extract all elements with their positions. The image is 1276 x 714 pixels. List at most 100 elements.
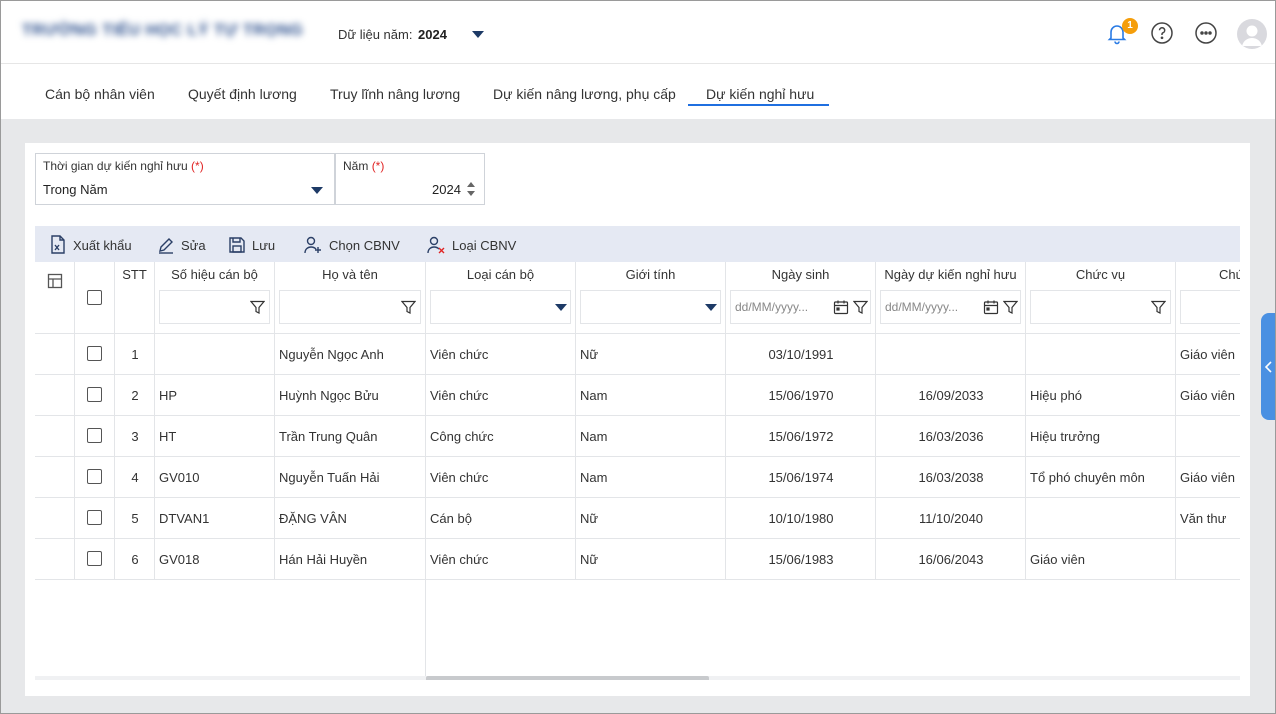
chevron-down-icon[interactable] xyxy=(472,31,484,38)
cell-gender: Nam xyxy=(580,388,608,403)
filter-icon[interactable] xyxy=(249,300,266,318)
cell-name: Hán Hải Huyền xyxy=(279,552,368,567)
cell-position: Tổ phó chuyên môn xyxy=(1030,470,1145,485)
filter-icon[interactable] xyxy=(852,300,869,318)
chevron-down-icon[interactable] xyxy=(555,304,567,311)
remove-staff-button[interactable]: Loại CBNV xyxy=(426,235,516,255)
column-layout-icon[interactable] xyxy=(47,273,63,292)
cell-dob: 15/06/1970 xyxy=(768,388,834,403)
year-field[interactable]: Năm (*) 2024 xyxy=(335,153,485,205)
cell-dob: 15/06/1983 xyxy=(768,552,834,567)
cell-code: HP xyxy=(159,388,178,403)
column-header-type: Loại cán bộ xyxy=(466,267,535,282)
cell-name: Trần Trung Quân xyxy=(279,429,378,444)
row-checkbox[interactable] xyxy=(87,510,102,525)
filter-icon[interactable] xyxy=(400,300,417,318)
cell-title: Giáo viên xyxy=(1180,470,1235,485)
row-checkbox[interactable] xyxy=(87,428,102,443)
cell-type: Viên chức xyxy=(430,388,489,403)
column-divider xyxy=(425,580,426,676)
cell-type: Viên chức xyxy=(430,552,489,567)
cell-stt: 6 xyxy=(131,552,139,567)
excel-export-icon xyxy=(51,235,65,254)
cell-stt: 3 xyxy=(131,429,139,444)
year-stepper[interactable] xyxy=(466,180,476,201)
retirement-period-select[interactable]: Thời gian dự kiến nghỉ hưu (*) Trong Năm xyxy=(35,153,335,205)
tab-bar: Cán bộ nhân viên Quyết định lương Truy l… xyxy=(0,64,1276,119)
data-grid: STT Số hiệu cán bộ Họ và tên Loại cán bộ xyxy=(35,262,1240,680)
position-filter-input[interactable] xyxy=(1030,290,1171,324)
select-all-checkbox[interactable] xyxy=(87,290,102,305)
toolbar: Xuất khẩu Sửa Lưu Chọn CBNV Loại CBNV xyxy=(35,226,1240,262)
export-button[interactable]: Xuất khẩu xyxy=(49,235,132,255)
tab-salary-decision[interactable]: Quyết định lương xyxy=(188,86,297,102)
tab-staff[interactable]: Cán bộ nhân viên xyxy=(45,86,155,102)
cell-title: Giáo viên xyxy=(1180,347,1235,362)
table-row[interactable]: 3 HT Trần Trung Quân Công chức Nam 15/06/1972… xyxy=(35,416,1240,457)
cell-code: DTVAN1 xyxy=(159,511,210,526)
column-header-gender: Giới tính xyxy=(625,267,676,282)
more-options-icon[interactable] xyxy=(1194,21,1218,45)
save-button[interactable]: Lưu xyxy=(228,235,275,255)
avatar[interactable] xyxy=(1237,19,1267,49)
filter-icon[interactable] xyxy=(1002,300,1019,318)
type-filter-select[interactable] xyxy=(430,290,571,324)
cell-dob: 10/10/1980 xyxy=(768,511,834,526)
cell-code: HT xyxy=(159,429,177,444)
year-selector-value[interactable]: 2024 xyxy=(418,27,447,42)
year-field-value: 2024 xyxy=(432,182,461,197)
column-header-retire: Ngày dự kiến nghỉ hưu xyxy=(884,267,1017,282)
cell-retire: 11/10/2040 xyxy=(918,511,984,526)
retire-filter-input[interactable]: dd/MM/yyyy... xyxy=(880,290,1021,324)
side-panel-toggle[interactable] xyxy=(1261,313,1276,420)
column-header-dob: Ngày sinh xyxy=(771,267,830,282)
horizontal-scrollbar-thumb[interactable] xyxy=(426,676,709,680)
table-row[interactable]: 1 Nguyễn Ngọc Anh Viên chức Nữ 03/10/1991 Giá… xyxy=(35,334,1240,375)
cell-name: Huỳnh Ngọc Bửu xyxy=(279,388,379,403)
app-header: TRƯỜNG TIỂU HỌC LÝ TỰ TRỌNG Dữ liệu năm:… xyxy=(0,0,1276,64)
help-icon[interactable] xyxy=(1150,21,1174,45)
code-filter-input[interactable] xyxy=(159,290,270,324)
cell-position: Hiệu phó xyxy=(1030,388,1083,403)
row-checkbox[interactable] xyxy=(87,387,102,402)
cell-retire: 16/09/2033 xyxy=(918,388,984,403)
table-row[interactable]: 2 HP Huỳnh Ngọc Bửu Viên chức Nam 15/06/1970 1… xyxy=(35,375,1240,416)
choose-staff-button[interactable]: Chọn CBNV xyxy=(303,235,400,255)
year-field-label: Năm (*) xyxy=(343,159,385,173)
chevron-down-icon[interactable] xyxy=(311,187,323,194)
tab-salary-arrears[interactable]: Truy lĩnh nâng lương xyxy=(330,86,460,102)
tab-expected-raise[interactable]: Dự kiến nâng lương, phụ cấp xyxy=(493,86,676,102)
filter-icon[interactable] xyxy=(1150,300,1167,318)
cell-code: GV018 xyxy=(159,552,200,567)
cell-gender: Nam xyxy=(580,429,608,444)
cell-stt: 2 xyxy=(131,388,139,403)
name-filter-input[interactable] xyxy=(279,290,421,324)
title-filter-input[interactable] xyxy=(1180,290,1240,324)
table-row[interactable]: 4 GV010 Nguyễn Tuấn Hải Viên chức Nam 15/06/1… xyxy=(35,457,1240,498)
chevron-down-icon[interactable] xyxy=(705,304,717,311)
column-header-position: Chức vụ xyxy=(1075,267,1126,282)
cell-title: Giáo viên xyxy=(1180,388,1235,403)
dob-filter-input[interactable]: dd/MM/yyyy... xyxy=(730,290,871,324)
cell-dob: 03/10/1991 xyxy=(768,347,834,362)
edit-button[interactable]: Sửa xyxy=(157,235,206,255)
tab-expected-retirement[interactable]: Dự kiến nghỉ hưu xyxy=(706,86,814,102)
row-checkbox[interactable] xyxy=(87,551,102,566)
cell-retire: 16/03/2038 xyxy=(918,470,984,485)
row-checkbox[interactable] xyxy=(87,469,102,484)
retire-filter-placeholder: dd/MM/yyyy... xyxy=(885,300,959,314)
cell-stt: 5 xyxy=(131,511,139,526)
table-row[interactable]: 5 DTVAN1 ĐẶNG VÂN Cán bộ Nữ 10/10/1980 11/10/2… xyxy=(35,498,1240,539)
table-row[interactable]: 6 GV018 Hán Hải Huyền Viên chức Nữ 15/06/1983… xyxy=(35,539,1240,580)
cell-title: Văn thư xyxy=(1180,511,1227,526)
calendar-icon[interactable] xyxy=(833,299,849,318)
cell-stt: 1 xyxy=(131,347,139,362)
calendar-icon[interactable] xyxy=(983,299,999,318)
row-divider xyxy=(35,579,1240,580)
cell-stt: 4 xyxy=(131,470,139,485)
column-header-title: Chức danh xyxy=(1219,267,1240,282)
row-checkbox[interactable] xyxy=(87,346,102,361)
gender-filter-select[interactable] xyxy=(580,290,721,324)
dob-filter-placeholder: dd/MM/yyyy... xyxy=(735,300,809,314)
chevron-left-icon xyxy=(1264,361,1272,373)
